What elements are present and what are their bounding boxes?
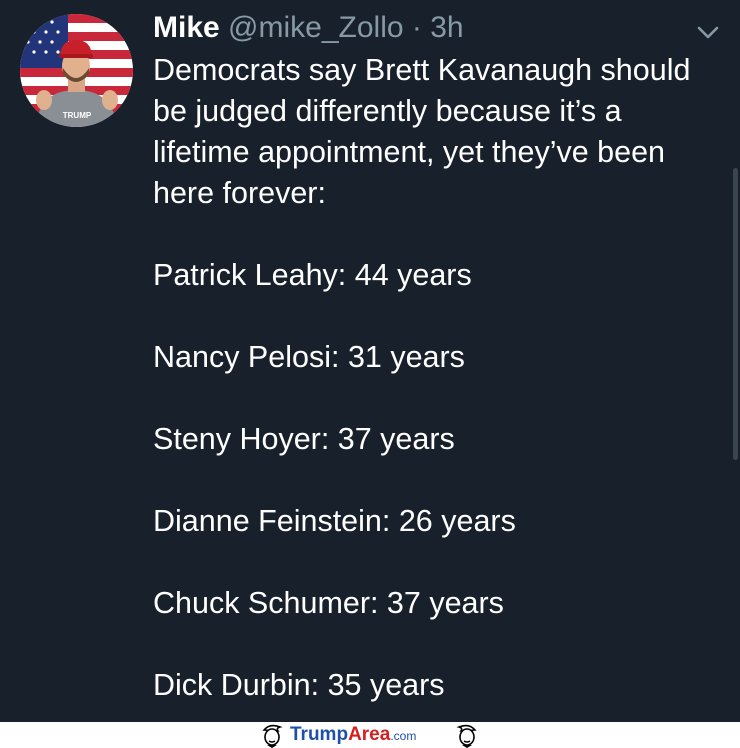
list-item: Steny Hoyer: 37 years <box>153 422 455 456</box>
watermark-brand: TrumpArea.com <box>290 724 417 745</box>
separator-dot: · <box>411 11 422 44</box>
trump-caricature-icon <box>456 724 477 748</box>
list-item: Dianne Feinstein: 26 years <box>153 504 516 538</box>
tweet-text: Democrats say Brett Kavanaugh should be … <box>153 50 723 706</box>
tweet-card[interactable]: TRUMP Mike @mike_Zollo · 3h Democrats sa… <box>0 0 740 722</box>
watermark-footer: TrumpArea.com <box>0 722 740 748</box>
profile-avatar: TRUMP <box>20 14 133 127</box>
list-item: Patrick Leahy: 44 years <box>153 258 472 292</box>
avatar[interactable]: TRUMP <box>20 14 133 127</box>
list-item: Chuck Schumer: 37 years <box>153 586 504 620</box>
list-item: Dick Durbin: 35 years <box>153 668 445 702</box>
trump-caricature-icon <box>262 724 283 748</box>
list-item: Nancy Pelosi: 31 years <box>153 340 465 374</box>
avatar-cap-text: TRUMP <box>63 111 92 120</box>
user-handle[interactable]: @mike_Zollo <box>228 11 404 44</box>
scrollbar[interactable] <box>733 168 738 460</box>
chevron-down-icon[interactable] <box>694 18 722 46</box>
timestamp[interactable]: 3h <box>430 11 463 44</box>
tweet-intro: Democrats say Brett Kavanaugh should be … <box>153 53 691 210</box>
display-name[interactable]: Mike <box>153 11 220 44</box>
tweet-header: Mike @mike_Zollo · 3h <box>153 8 464 48</box>
